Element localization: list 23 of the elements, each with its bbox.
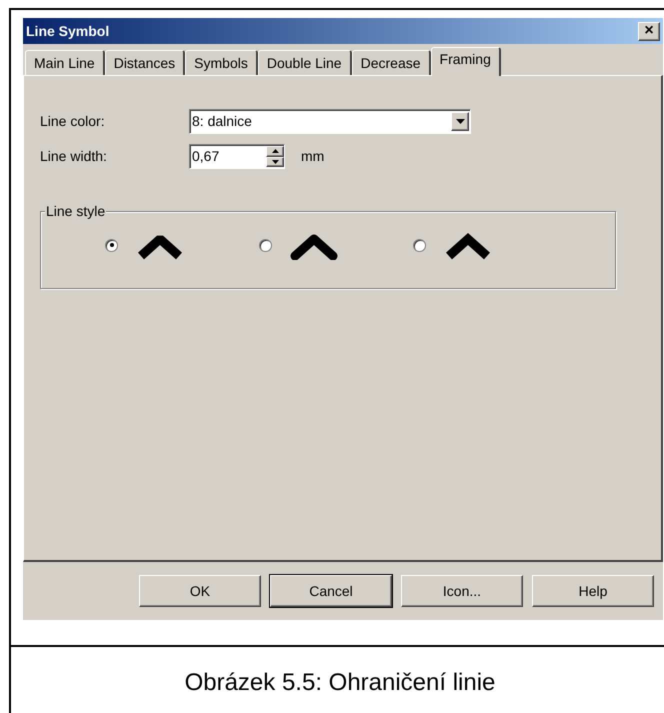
line-color-dropdown[interactable]: 8: dalnice bbox=[189, 109, 471, 134]
radio-button[interactable] bbox=[105, 238, 118, 252]
spin-arrows-icon bbox=[266, 146, 284, 167]
line-width-spinbox[interactable]: 0,67 bbox=[189, 144, 285, 169]
close-button[interactable]: × bbox=[638, 22, 660, 40]
dialog-button[interactable]: Cancel bbox=[270, 575, 392, 607]
field-label: Line width: bbox=[40, 147, 108, 166]
tab[interactable]: Double Line bbox=[258, 50, 352, 75]
dialog-button[interactable]: OK bbox=[139, 575, 261, 607]
window-title: Line Symbol bbox=[26, 22, 110, 41]
dialog-button[interactable]: Help bbox=[532, 575, 654, 607]
tab[interactable]: Main Line bbox=[25, 50, 105, 75]
figure-caption: Obrázek 5.5: Ohraničení linie bbox=[184, 668, 496, 698]
tab[interactable]: Symbols bbox=[185, 50, 258, 75]
tab[interactable]: Decrease bbox=[352, 50, 431, 75]
radio-button[interactable] bbox=[259, 238, 272, 252]
chevron-icon bbox=[444, 230, 492, 260]
field-label: Line color: bbox=[40, 112, 106, 131]
unit-label: mm bbox=[301, 147, 324, 166]
tab[interactable]: Framing bbox=[430, 47, 501, 76]
tab[interactable]: Distances bbox=[104, 50, 186, 75]
radio-button[interactable] bbox=[413, 238, 426, 252]
dialog-button[interactable]: Icon... bbox=[401, 575, 523, 607]
